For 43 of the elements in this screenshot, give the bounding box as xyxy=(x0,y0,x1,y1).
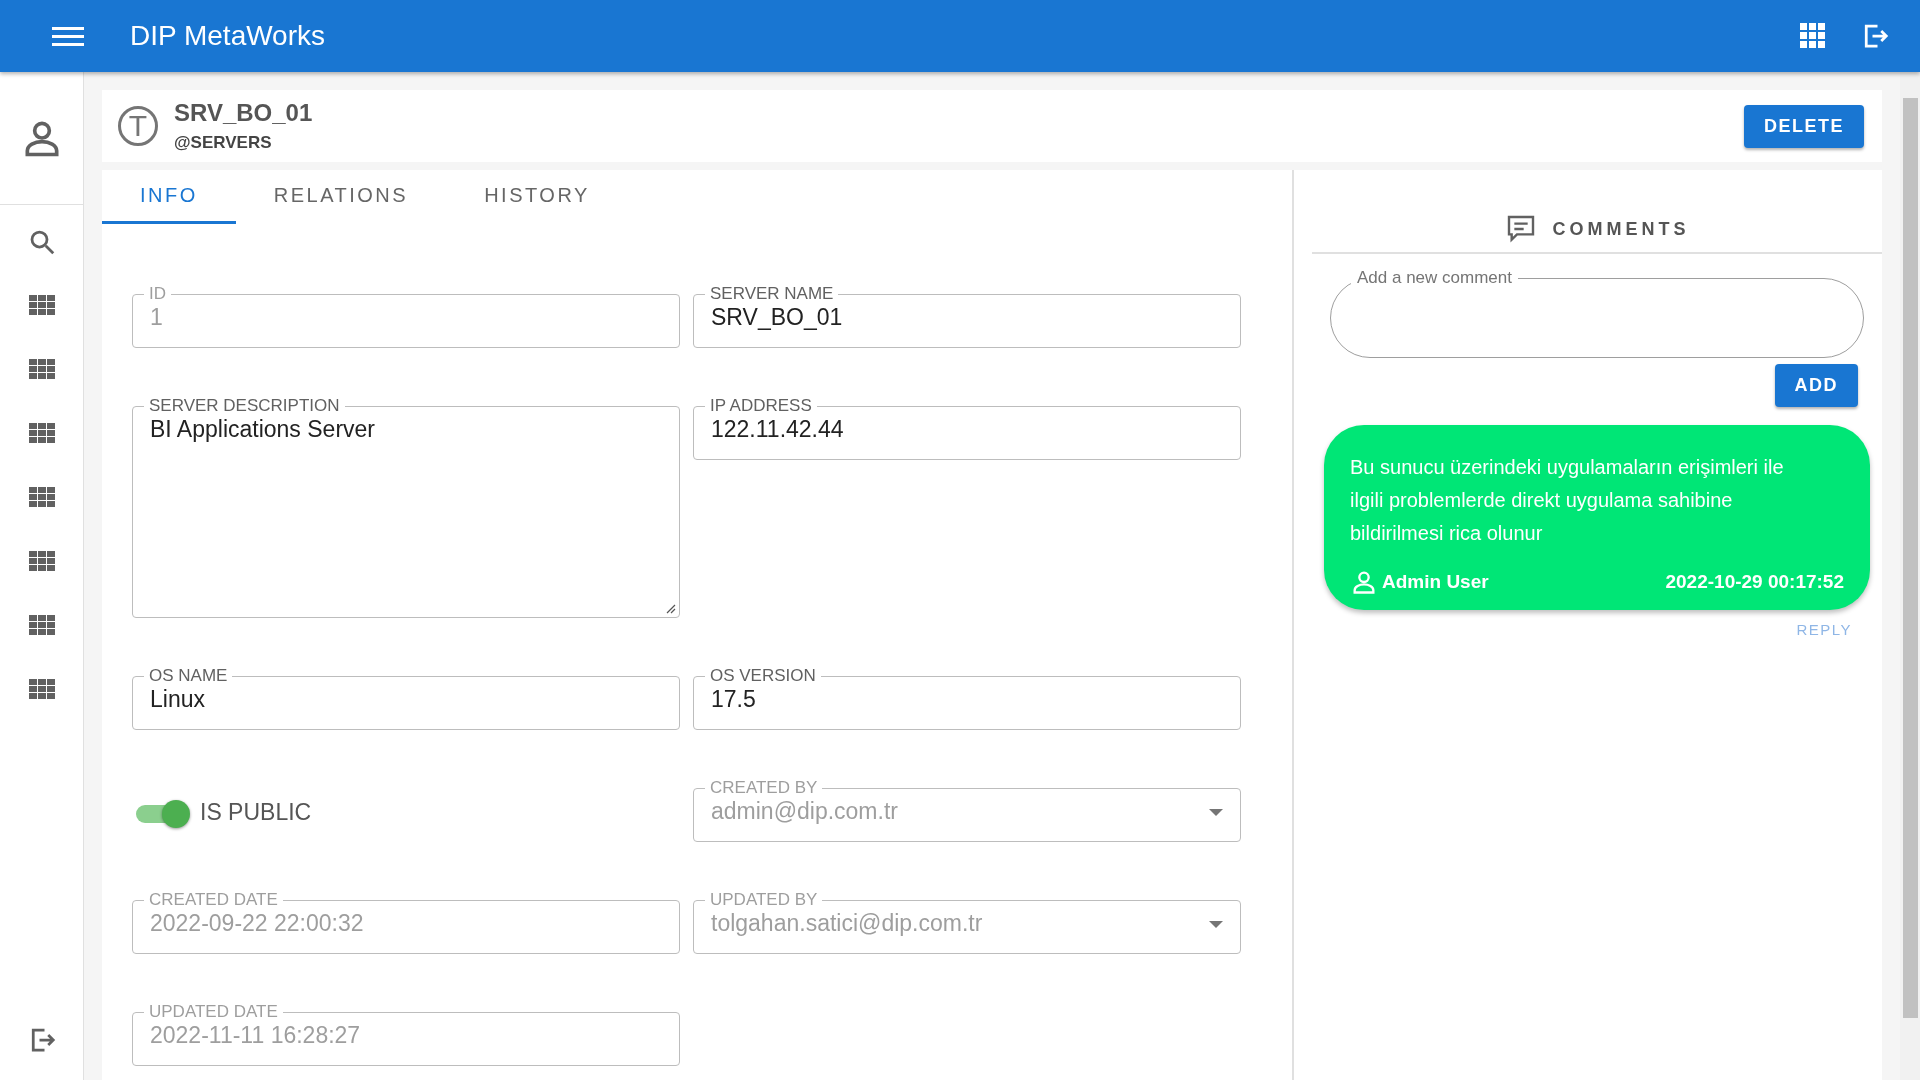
field-label: OS NAME xyxy=(148,670,229,682)
grid-icon xyxy=(28,359,55,379)
field-label: ID xyxy=(148,288,167,300)
comments-title: COMMENTS xyxy=(1552,218,1690,240)
add-button[interactable]: ADD xyxy=(1774,364,1858,407)
grid-icon xyxy=(28,487,55,507)
comment-author: Admin User xyxy=(1382,571,1489,593)
tab[interactable]: HISTORY xyxy=(446,170,628,224)
delete-button[interactable]: DELETE xyxy=(1744,104,1864,148)
grid-icon xyxy=(28,551,55,571)
comment-text: Bu sunucu üzerindeki uygulamaların erişimleri ile ilgili problemlerde direkt uygulama sahibine bildirilmesi rica olunur xyxy=(1350,455,1785,546)
tab[interactable]: INFO xyxy=(102,170,236,224)
resize-handle-icon xyxy=(666,604,676,614)
field-label: UPDATED DATE xyxy=(148,1006,279,1018)
record-avatar: T xyxy=(118,106,158,146)
field-label: CREATED BY xyxy=(709,782,819,794)
dropdown-caret-icon xyxy=(1209,920,1223,929)
grid-icon xyxy=(28,679,55,699)
field-label: CREATED DATE xyxy=(148,894,279,906)
input-field[interactable]: SERVER NAME SRV_BO_01 xyxy=(693,288,1241,348)
text-area[interactable]: SERVER DESCRIPTION BI Applications Server xyxy=(132,400,680,618)
input-field[interactable]: OS VERSION 17.5 xyxy=(693,670,1241,730)
field-label: SERVER NAME xyxy=(709,288,835,300)
comment-time: 2022-10-29 00:17:52 xyxy=(1665,571,1844,593)
input-field[interactable]: OS NAME Linux xyxy=(132,670,680,730)
record-name: SRV_BO_01 xyxy=(174,99,314,127)
tab[interactable]: RELATIONS xyxy=(235,170,447,224)
field-label: SERVER DESCRIPTION xyxy=(148,400,341,412)
comment-input-label: Add a new comment xyxy=(1356,272,1513,284)
field-label: IP ADDRESS xyxy=(709,400,813,412)
field-label: UPDATED BY xyxy=(709,894,819,906)
apps-grid-icon xyxy=(1800,23,1826,49)
grid-icon xyxy=(28,615,55,635)
scrollbar[interactable] xyxy=(1900,72,1920,1080)
menu-icon xyxy=(52,24,84,48)
switch-label: IS PUBLIC xyxy=(200,798,312,826)
grid-icon xyxy=(28,423,55,443)
dropdown-caret-icon xyxy=(1209,808,1223,817)
record-collection: @SERVERS xyxy=(174,133,273,153)
field-label: OS VERSION xyxy=(709,670,817,682)
grid-icon xyxy=(28,295,55,315)
input-field[interactable]: IP ADDRESS 122.11.42.44 xyxy=(693,400,1241,460)
app-title: DIP MetaWorks xyxy=(130,20,326,52)
